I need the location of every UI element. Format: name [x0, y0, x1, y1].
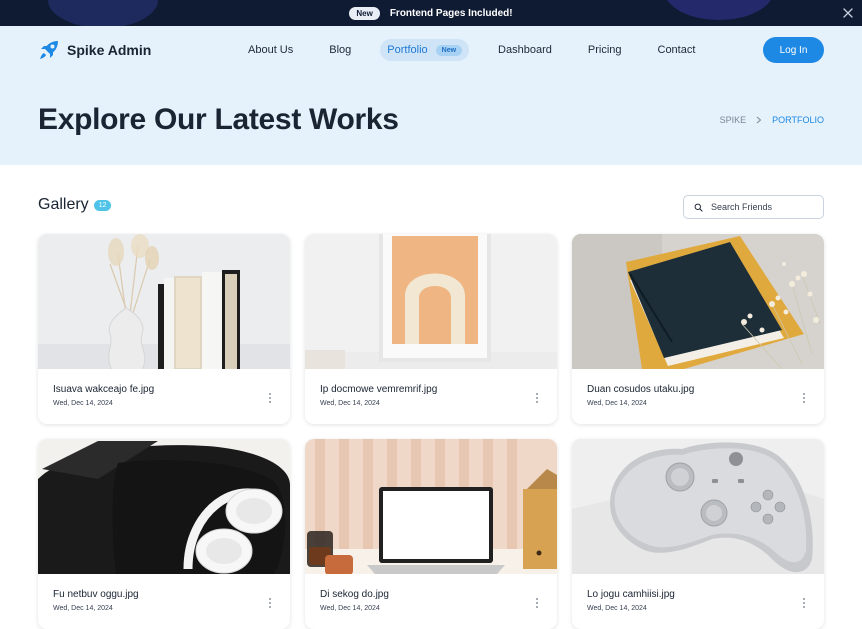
gallery-image[interactable]: [305, 439, 557, 574]
search-icon: [694, 203, 703, 212]
brand-name: Spike Admin: [67, 42, 152, 58]
gallery-image[interactable]: [305, 234, 557, 369]
file-name: Duan cosudos utaku.jpg: [587, 384, 695, 395]
gallery-image[interactable]: [38, 439, 290, 574]
breadcrumb: SPIKE PORTFOLIO: [720, 115, 824, 125]
more-vertical-icon[interactable]: [802, 597, 806, 609]
page-title: Explore Our Latest Works: [38, 103, 399, 136]
decorative-blob: [664, 0, 774, 20]
gallery-header: Gallery 12: [38, 196, 112, 214]
more-vertical-icon[interactable]: [535, 597, 539, 609]
announcement-message[interactable]: Frontend Pages Included!: [390, 8, 513, 19]
gallery-card[interactable]: Ip docmowe vemremrif.jpg Wed, Dec 14, 20…: [305, 234, 557, 424]
file-date: Wed, Dec 14, 2024: [53, 605, 113, 612]
file-date: Wed, Dec 14, 2024: [587, 400, 647, 407]
gallery-title: Gallery: [38, 196, 89, 213]
close-icon[interactable]: [842, 7, 854, 19]
chevron-right-icon: [756, 116, 762, 124]
gallery-card[interactable]: Isuava wakceajo fe.jpg Wed, Dec 14, 2024: [38, 234, 290, 424]
nav-item-label: About Us: [248, 44, 294, 56]
nav-item-dashboard[interactable]: Dashboard: [491, 38, 559, 62]
nav-item-pricing[interactable]: Pricing: [581, 38, 629, 62]
top-nav: Spike Admin About Us Blog Portfolio New …: [38, 36, 824, 64]
nav-item-contact[interactable]: Contact: [651, 38, 703, 62]
gallery-image[interactable]: [572, 234, 824, 369]
brand-logo[interactable]: Spike Admin: [38, 39, 151, 61]
more-vertical-icon[interactable]: [268, 392, 272, 404]
breadcrumb-home[interactable]: SPIKE: [720, 115, 747, 125]
nav-item-about-us[interactable]: About Us: [241, 38, 300, 62]
gallery-card[interactable]: Duan cosudos utaku.jpg Wed, Dec 14, 2024: [572, 234, 824, 424]
gallery-image[interactable]: [572, 439, 824, 574]
login-button[interactable]: Log In: [763, 37, 824, 63]
announcement-badge: New: [349, 6, 380, 20]
main-menu: About Us Blog Portfolio New Dashboard Pr…: [241, 38, 724, 62]
page-header: Spike Admin About Us Blog Portfolio New …: [0, 26, 862, 165]
new-badge: New: [435, 44, 463, 56]
file-name: Fu netbuv oggu.jpg: [53, 589, 139, 600]
gallery-card[interactable]: Di sekog do.jpg Wed, Dec 14, 2024: [305, 439, 557, 629]
announcement-bar: New Frontend Pages Included!: [0, 0, 862, 26]
nav-item-label: Pricing: [587, 44, 622, 56]
file-date: Wed, Dec 14, 2024: [53, 400, 113, 407]
file-date: Wed, Dec 14, 2024: [320, 605, 380, 612]
rocket-icon: [40, 41, 58, 59]
gallery-grid: Isuava wakceajo fe.jpg Wed, Dec 14, 2024…: [38, 234, 824, 629]
gallery-image[interactable]: [38, 234, 290, 369]
file-name: Lo jogu camhiisi.jpg: [587, 589, 675, 600]
gallery-count-badge: 12: [93, 199, 112, 211]
search-box[interactable]: [683, 195, 824, 219]
file-date: Wed, Dec 14, 2024: [587, 605, 647, 612]
more-vertical-icon[interactable]: [268, 597, 272, 609]
more-vertical-icon[interactable]: [535, 392, 539, 404]
search-input[interactable]: [711, 202, 811, 212]
nav-item-portfolio[interactable]: Portfolio New: [380, 39, 470, 61]
file-name: Isuava wakceajo fe.jpg: [53, 384, 155, 395]
nav-item-label: Dashboard: [498, 44, 552, 56]
file-name: Di sekog do.jpg: [320, 589, 389, 600]
file-date: Wed, Dec 14, 2024: [320, 400, 380, 407]
more-vertical-icon[interactable]: [802, 392, 806, 404]
nav-item-label: Contact: [657, 44, 696, 56]
gallery-card[interactable]: Lo jogu camhiisi.jpg Wed, Dec 14, 2024: [572, 439, 824, 629]
gallery-card[interactable]: Fu netbuv oggu.jpg Wed, Dec 14, 2024: [38, 439, 290, 629]
file-name: Ip docmowe vemremrif.jpg: [320, 384, 438, 395]
nav-item-label: Portfolio: [387, 44, 428, 56]
nav-item-blog[interactable]: Blog: [322, 38, 358, 62]
breadcrumb-current: PORTFOLIO: [772, 115, 824, 125]
nav-item-label: Blog: [329, 44, 352, 56]
decorative-blob: [48, 0, 158, 26]
